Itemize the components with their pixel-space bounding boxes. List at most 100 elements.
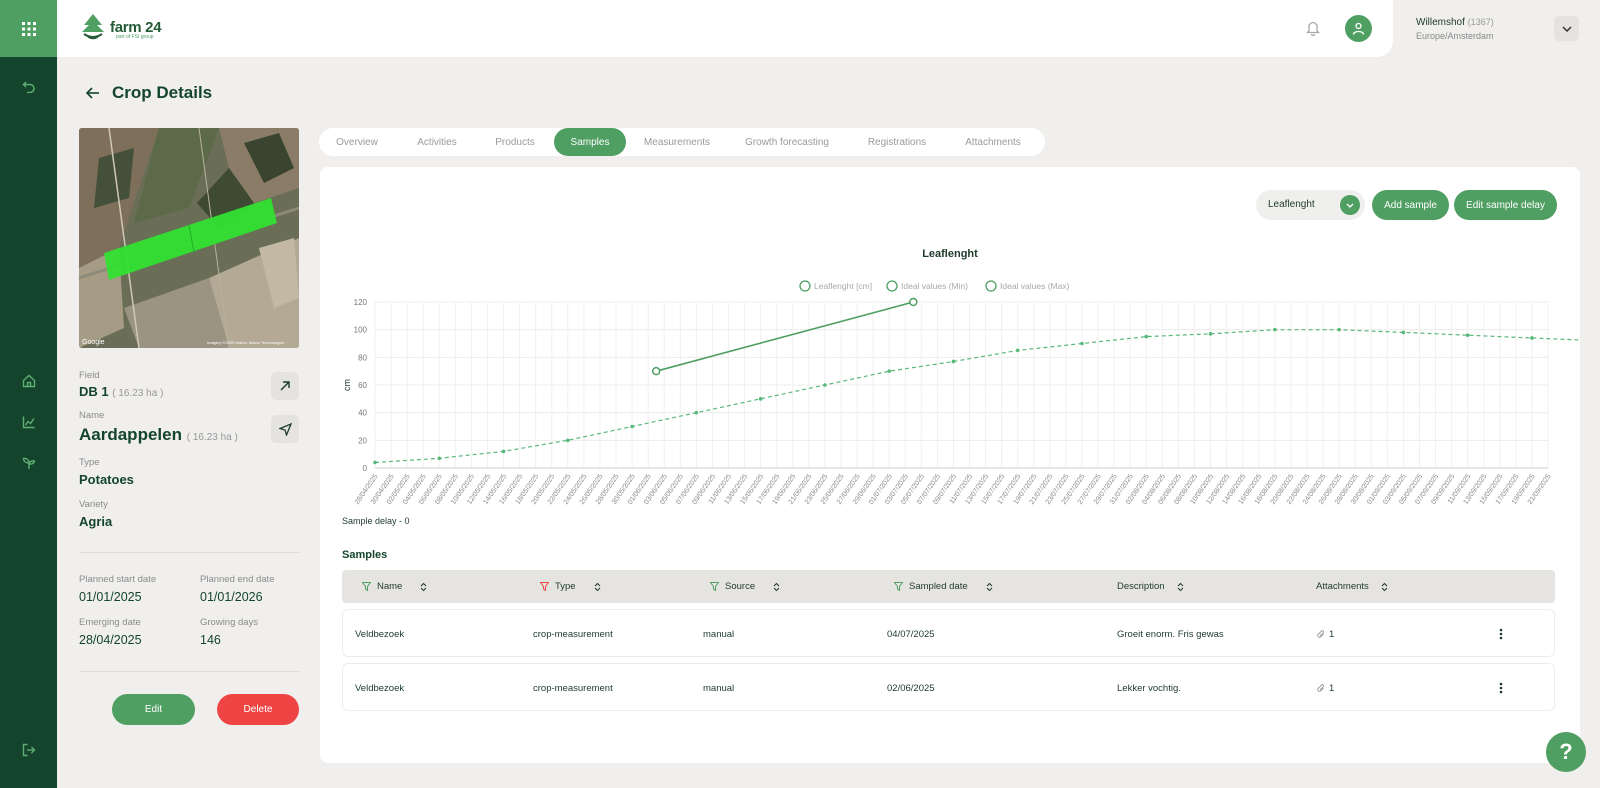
more-vertical-icon[interactable] xyxy=(1493,679,1509,697)
user-id: (1367) xyxy=(1467,17,1494,27)
navigate-button[interactable] xyxy=(271,415,299,443)
brand-logo[interactable]: farm 24 part of FSI group xyxy=(80,13,162,41)
undo-icon[interactable] xyxy=(0,72,57,100)
bell-icon[interactable] xyxy=(1305,20,1321,41)
filter-icon[interactable] xyxy=(540,582,549,591)
cell-attachments[interactable]: 1 xyxy=(1317,629,1334,640)
cell-date: 04/07/2025 xyxy=(887,629,935,640)
col-source-header[interactable]: Source xyxy=(710,581,780,592)
help-button[interactable]: ? xyxy=(1546,732,1586,772)
cell-description: Lekker vochtig. xyxy=(1117,683,1181,694)
chart-title: Leaflenght xyxy=(922,248,978,260)
tab-registrations[interactable]: Registrations xyxy=(849,128,945,156)
col-name-label: Name xyxy=(377,581,403,592)
table-row[interactable]: Veldbezoek crop-measurement manual 04/07… xyxy=(342,609,1555,657)
attachment-count: 1 xyxy=(1329,683,1335,694)
crop-tabs: Overview Activities Products Samples Mea… xyxy=(319,128,1045,156)
samples-table-header: Name Type Source Sampled date Descriptio… xyxy=(342,570,1555,603)
metric-select-value: Leaflenght xyxy=(1268,199,1315,210)
col-date-header[interactable]: Sampled date xyxy=(894,581,993,592)
navigation-icon xyxy=(278,422,292,436)
y-axis: 0 20 40 60 80 100 120 xyxy=(354,298,368,473)
tab-attachments[interactable]: Attachments xyxy=(947,128,1039,156)
back-arrow-icon[interactable] xyxy=(85,86,100,104)
user-name-text: Willemshof xyxy=(1416,17,1465,28)
name-label: Name xyxy=(79,410,105,421)
data-point xyxy=(1080,341,1084,346)
tab-activities[interactable]: Activities xyxy=(397,128,477,156)
cell-attachments[interactable]: 1 xyxy=(1317,683,1334,694)
filter-icon[interactable] xyxy=(894,582,903,591)
field-value: DB 1 ( 16.23 ha ) xyxy=(79,384,163,399)
add-sample-button[interactable]: Add sample xyxy=(1372,190,1449,220)
tab-measurements[interactable]: Measurements xyxy=(631,128,723,156)
planned-start-label: Planned start date xyxy=(79,574,157,585)
sample-delay-label: Sample delay - 0 xyxy=(342,516,410,526)
cell-name: Veldbezoek xyxy=(355,683,405,694)
paperclip-icon xyxy=(1317,684,1324,692)
samples-title: Samples xyxy=(342,549,388,561)
sort-icon[interactable] xyxy=(1177,582,1184,592)
data-point xyxy=(951,359,956,364)
data-point xyxy=(694,410,699,415)
variety-value: Agria xyxy=(79,514,113,529)
more-vertical-icon[interactable] xyxy=(1493,625,1509,643)
brand-tagline: part of FSI group xyxy=(116,34,154,40)
table-row[interactable]: Veldbezoek crop-measurement manual 02/06… xyxy=(342,663,1555,711)
attachment-count: 1 xyxy=(1329,629,1335,640)
col-description-label: Description xyxy=(1117,581,1165,592)
sort-icon[interactable] xyxy=(773,582,780,592)
edit-button[interactable]: Edit xyxy=(112,694,195,725)
edit-sample-delay-button[interactable]: Edit sample delay xyxy=(1454,190,1557,220)
data-point xyxy=(1401,330,1406,335)
metric-select[interactable]: Leaflenght xyxy=(1256,190,1365,220)
sprout-icon[interactable] xyxy=(0,449,57,477)
data-point xyxy=(501,449,506,454)
planned-end-value: 01/01/2026 xyxy=(200,590,263,604)
col-type-header[interactable]: Type xyxy=(540,581,601,592)
y-tick-label: 100 xyxy=(354,326,368,335)
user-avatar[interactable] xyxy=(1345,15,1372,42)
apps-grid-icon[interactable] xyxy=(0,0,57,57)
tab-overview[interactable]: Overview xyxy=(322,128,392,156)
filter-icon[interactable] xyxy=(710,582,719,591)
data-point xyxy=(1208,332,1213,336)
x-axis: 28/04/202530/04/202502/05/202504/05/2025… xyxy=(354,473,1553,506)
home-icon[interactable] xyxy=(0,367,57,395)
open-field-button[interactable] xyxy=(271,372,299,400)
legend-marker xyxy=(886,280,898,292)
chart-icon[interactable] xyxy=(0,408,57,436)
col-description-header[interactable]: Description xyxy=(1117,581,1184,592)
tab-products[interactable]: Products xyxy=(479,128,551,156)
col-attachments-header[interactable]: Attachments xyxy=(1316,581,1388,592)
leaflenght-chart: Leaflenght Leaflenght [cm] Ideal values (… xyxy=(342,248,1580,506)
y-tick-label: 40 xyxy=(358,409,367,418)
chevron-down-icon xyxy=(1340,195,1360,215)
arrow-up-right-icon xyxy=(280,381,290,391)
y-tick-label: 20 xyxy=(358,436,367,445)
planned-end-label: Planned end date xyxy=(200,574,275,585)
user-menu-dropdown[interactable] xyxy=(1554,16,1579,41)
sort-icon[interactable] xyxy=(1381,582,1388,592)
data-point xyxy=(1015,348,1020,353)
y-axis-label: cm xyxy=(342,379,352,391)
legend-label: Ideal values (Max) xyxy=(1000,281,1070,291)
map-credit-imagery: Imagery ©2025 Airbus, Maxar Technologies xyxy=(207,340,284,345)
sort-icon[interactable] xyxy=(420,582,427,592)
sort-icon[interactable] xyxy=(986,582,993,592)
filter-icon[interactable] xyxy=(362,582,371,591)
y-tick-label: 60 xyxy=(358,381,367,390)
field-satellite-map[interactable]: Google Imagery ©2025 Airbus, Maxar Techn… xyxy=(79,128,299,348)
tab-growth-forecasting[interactable]: Growth forecasting xyxy=(727,128,847,156)
col-name-header[interactable]: Name xyxy=(362,581,427,592)
col-attachments-label: Attachments xyxy=(1316,581,1369,592)
delete-button[interactable]: Delete xyxy=(217,694,299,725)
logout-icon[interactable] xyxy=(0,736,57,764)
emerging-date-label: Emerging date xyxy=(79,617,141,628)
chevron-down-icon xyxy=(1561,25,1572,32)
tab-samples[interactable]: Samples xyxy=(554,128,626,156)
field-label: Field xyxy=(79,370,100,381)
chart-series xyxy=(373,297,1580,465)
sort-icon[interactable] xyxy=(594,582,601,592)
cell-date: 02/06/2025 xyxy=(887,683,935,694)
